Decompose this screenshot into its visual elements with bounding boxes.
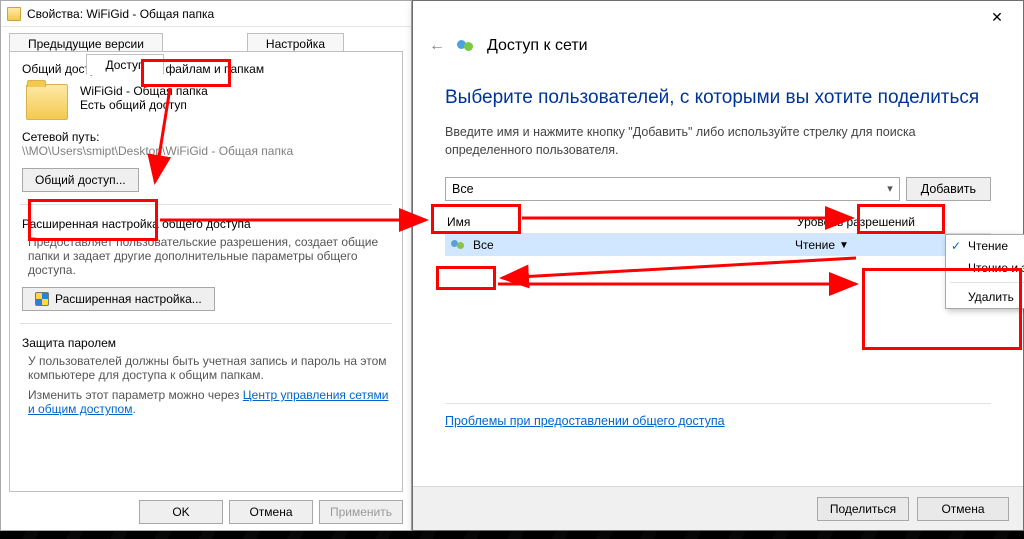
share-button-row: Поделиться Отмена [413, 486, 1023, 530]
share-submit-button[interactable]: Поделиться [817, 497, 909, 521]
user-combobox[interactable]: Все ▾ [445, 177, 900, 201]
shared-folder-name: WiFiGid - Общая папка [80, 84, 208, 98]
network-sharing-label: Общий доступ к сетевым файлам и папкам [22, 62, 390, 76]
properties-title: Свойства: WiFiGid - Общая папка [27, 7, 214, 21]
password-protection-title: Защита паролем [22, 336, 390, 350]
permission-list: Все Чтение ▼ Чтение Чтение и запись Удал… [445, 234, 991, 404]
folder-icon [7, 7, 21, 21]
share-title: Выберите пользователей, с которыми вы хо… [445, 87, 991, 109]
divider [20, 323, 392, 324]
permission-context-menu: Чтение Чтение и запись Удалить [945, 234, 1024, 309]
advanced-sharing-button[interactable]: Расширенная настройка... [22, 287, 215, 311]
permission-row-all[interactable]: Все Чтение ▼ [445, 234, 991, 256]
tab-content-sharing: Общий доступ к сетевым файлам и папкам W… [9, 51, 403, 492]
menu-item-read[interactable]: Чтение [946, 235, 1024, 257]
properties-dialog: Свойства: WiFiGid - Общая папка Предыдущ… [0, 0, 412, 531]
shield-icon [35, 292, 49, 306]
menu-item-read-write[interactable]: Чтение и запись [946, 257, 1024, 279]
divider [20, 204, 392, 205]
column-permission-level: Уровень разрешений [797, 215, 989, 229]
advanced-sharing-text: Предоставляет пользовательские разрешени… [28, 235, 390, 277]
shared-folder-status: Есть общий доступ [80, 98, 208, 112]
folder-large-icon [26, 84, 68, 120]
properties-titlebar[interactable]: Свойства: WiFiGid - Общая папка [1, 1, 411, 27]
password-protection-text: У пользователей должны быть учетная запи… [28, 354, 390, 382]
share-header-label: Доступ к сети [487, 37, 588, 55]
close-icon[interactable]: ✕ [975, 3, 1019, 31]
troubleshoot-link[interactable]: Проблемы при предоставлении общего досту… [445, 414, 725, 428]
menu-item-remove[interactable]: Удалить [946, 286, 1024, 308]
share-button[interactable]: Общий доступ... [22, 168, 139, 192]
add-button[interactable]: Добавить [906, 177, 991, 201]
back-arrow-icon[interactable]: ← [429, 37, 445, 55]
advanced-sharing-title: Расширенная настройка общего доступа [22, 217, 390, 231]
password-change-prefix: Изменить этот параметр можно через [28, 388, 243, 402]
network-path-value: \\MO\Users\smipt\Desktop\WiFiGid - Общая… [22, 144, 390, 158]
user-combobox-value: Все [452, 182, 474, 196]
permission-list-header: Имя Уровень разрешений [445, 211, 991, 234]
cancel-button[interactable]: Отмена [229, 500, 313, 524]
column-name: Имя [447, 215, 797, 229]
network-path-label: Сетевой путь: [22, 130, 390, 144]
people-icon [457, 37, 475, 55]
share-cancel-button[interactable]: Отмена [917, 497, 1009, 521]
row-user-name: Все [473, 238, 494, 252]
tab-sharing[interactable]: Доступ [86, 54, 163, 75]
properties-button-row: OK Отмена Применить [139, 500, 403, 524]
share-instruction: Введите имя и нажмите кнопку "Добавить" … [445, 123, 991, 159]
chevron-down-icon: ▼ [839, 240, 849, 251]
ok-button[interactable]: OK [139, 500, 223, 524]
group-icon [451, 238, 467, 252]
network-share-dialog: ✕ ← Доступ к сети Выберите пользователей… [412, 0, 1024, 531]
share-titlebar[interactable]: ✕ [413, 1, 1023, 33]
chevron-down-icon: ▾ [887, 182, 893, 195]
apply-button[interactable]: Применить [319, 500, 403, 524]
menu-separator [950, 282, 1024, 283]
